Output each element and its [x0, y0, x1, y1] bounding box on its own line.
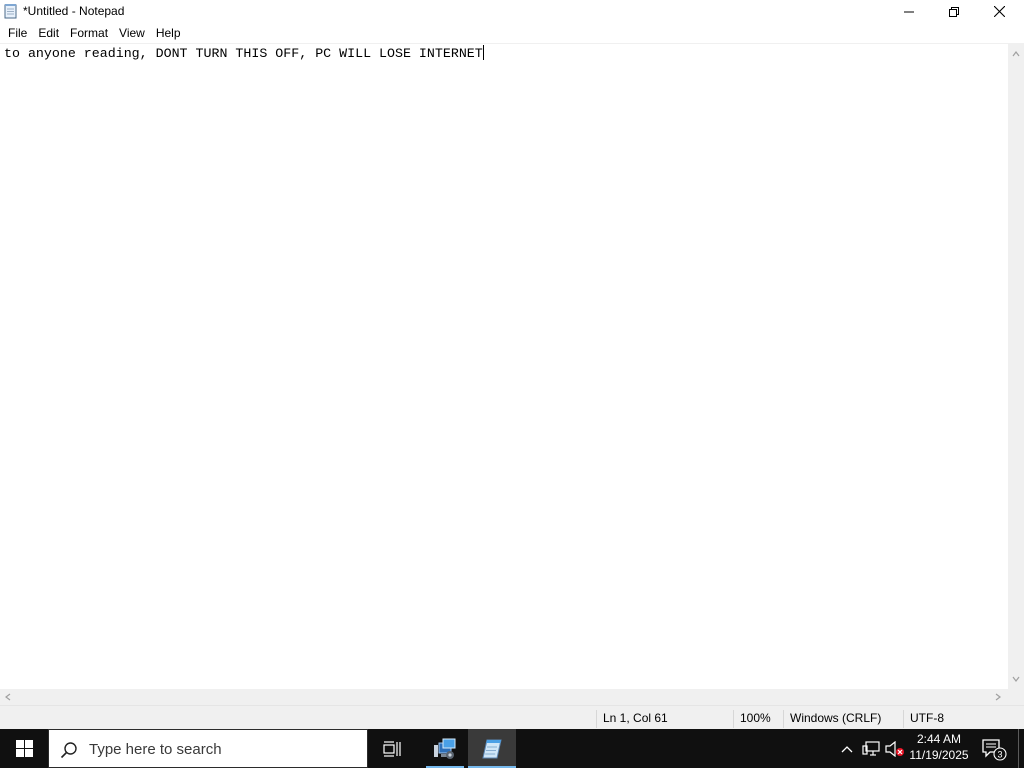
- start-button[interactable]: [0, 729, 48, 768]
- menu-help[interactable]: Help: [150, 23, 186, 43]
- status-bar: Ln 1, Col 61 100% Windows (CRLF) UTF-8: [0, 705, 1024, 729]
- notification-count: 3: [997, 749, 1002, 759]
- status-zoom: 100%: [733, 710, 783, 728]
- taskbar-app-notepad[interactable]: [468, 729, 516, 768]
- title-bar[interactable]: *Untitled - Notepad: [0, 0, 1024, 23]
- task-view-icon: [383, 740, 401, 757]
- clock-time: 2:44 AM: [916, 732, 962, 746]
- menu-format[interactable]: Format: [64, 23, 113, 43]
- minimize-icon: [904, 11, 914, 12]
- notepad-icon: [482, 739, 502, 758]
- volume-tray-button[interactable]: [884, 729, 906, 768]
- restore-button[interactable]: [931, 0, 977, 23]
- menu-file[interactable]: File: [2, 23, 32, 43]
- restore-icon: [949, 6, 959, 17]
- task-view-button[interactable]: [368, 729, 416, 768]
- search-placeholder: Type here to search: [89, 741, 222, 758]
- notification-icon: 3: [982, 738, 1007, 761]
- windows-logo-icon: [15, 740, 33, 757]
- scroll-left-icon[interactable]: [4, 693, 12, 701]
- volume-muted-icon: [885, 740, 904, 757]
- window-title: *Untitled - Notepad: [23, 4, 125, 18]
- vertical-scrollbar[interactable]: [1008, 43, 1024, 689]
- menu-edit[interactable]: Edit: [32, 23, 64, 43]
- menu-view[interactable]: View: [113, 23, 150, 43]
- horizontal-scrollbar[interactable]: [0, 689, 1008, 705]
- close-icon: [993, 6, 1005, 17]
- scroll-up-icon[interactable]: [1012, 50, 1020, 58]
- status-cursor-position: Ln 1, Col 61: [596, 710, 732, 728]
- taskbar: Type here to search 2:44 AM 11/19/2025 3: [0, 729, 1024, 768]
- close-button[interactable]: [976, 0, 1022, 23]
- status-line-ending: Windows (CRLF): [783, 710, 903, 728]
- remote-desktop-icon: [434, 738, 456, 759]
- notification-center-button[interactable]: 3: [976, 729, 1012, 768]
- text-editor[interactable]: to anyone reading, DONT TURN THIS OFF, P…: [0, 43, 1008, 689]
- show-desktop-button[interactable]: [1018, 729, 1024, 768]
- taskbar-search-box[interactable]: Type here to search: [48, 729, 368, 768]
- menu-bar: File Edit Format View Help: [0, 23, 1024, 43]
- scroll-down-icon[interactable]: [1012, 675, 1020, 683]
- show-hidden-icons-button[interactable]: [836, 729, 858, 768]
- search-icon: [60, 742, 77, 759]
- network-tray-button[interactable]: [860, 729, 882, 768]
- taskbar-clock[interactable]: 2:44 AM 11/19/2025: [906, 731, 972, 767]
- scrollbar-corner: [1008, 689, 1024, 705]
- chevron-up-icon: [841, 745, 853, 752]
- scroll-right-icon[interactable]: [994, 693, 1002, 701]
- minimize-button[interactable]: [886, 0, 932, 23]
- clock-date: 11/19/2025: [909, 748, 969, 762]
- text-caret: [482, 45, 484, 60]
- network-icon: [862, 740, 880, 756]
- status-encoding: UTF-8: [903, 710, 1024, 728]
- editor-line[interactable]: to anyone reading, DONT TURN THIS OFF, P…: [4, 45, 484, 62]
- notepad-icon: [4, 4, 17, 19]
- taskbar-app-remote-desktop[interactable]: [421, 729, 469, 768]
- editor-content: to anyone reading, DONT TURN THIS OFF, P…: [4, 46, 483, 61]
